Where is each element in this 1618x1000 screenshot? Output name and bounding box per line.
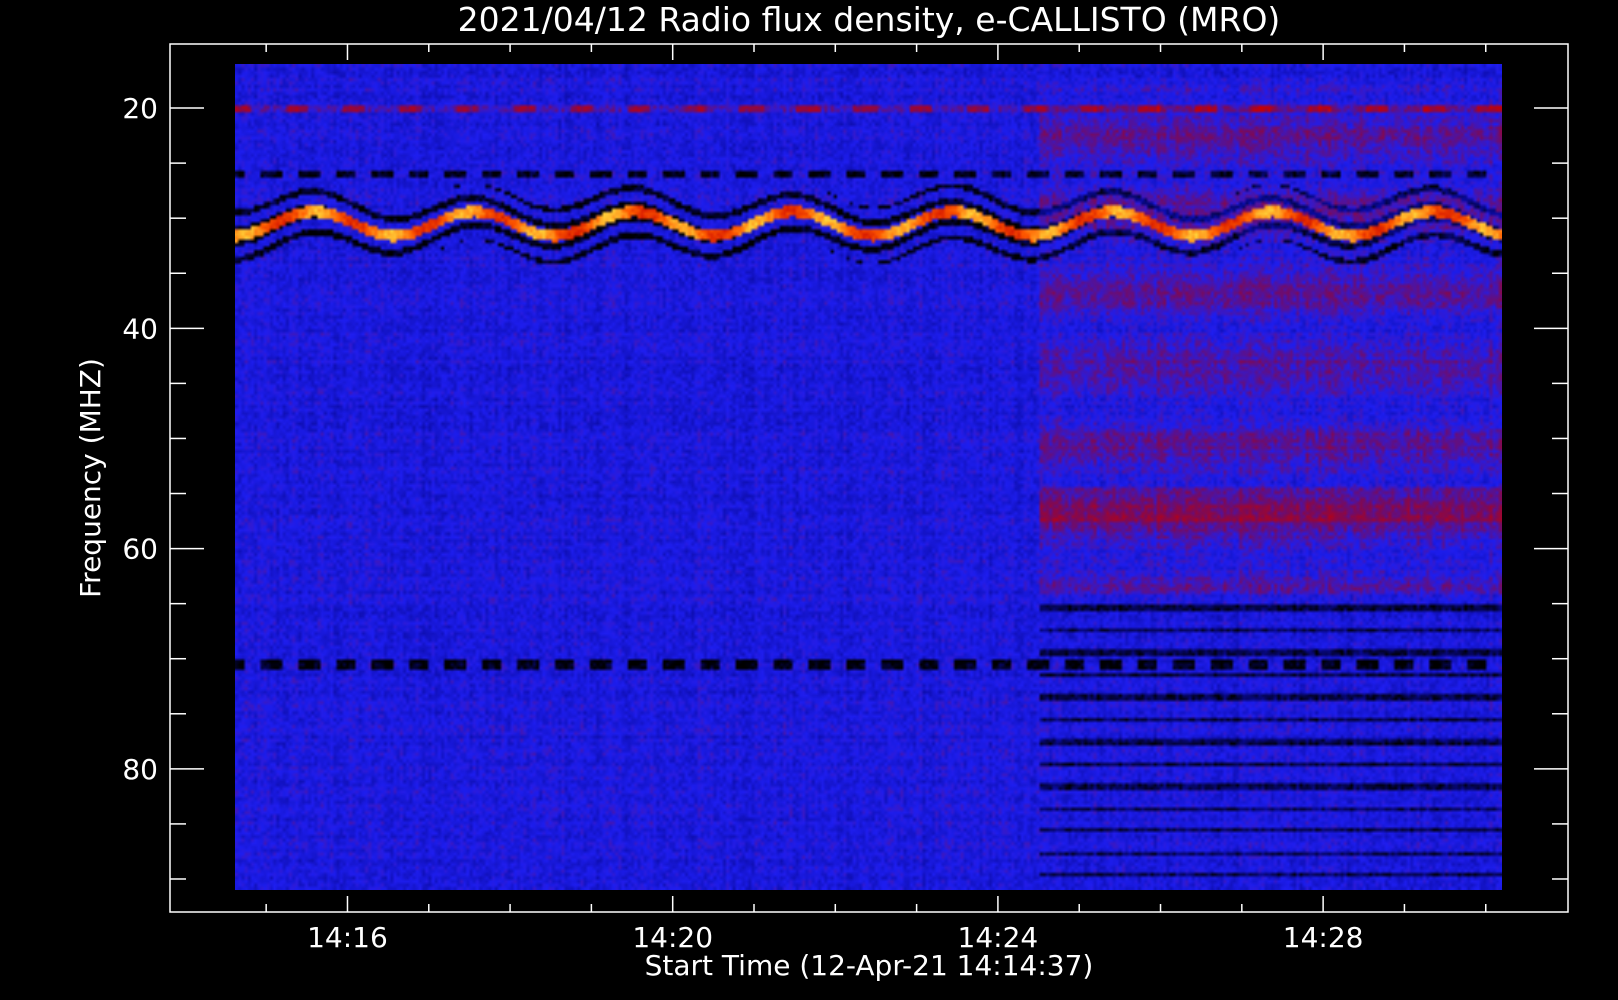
y-tick-label: 40 (122, 312, 158, 345)
spectrogram-chart: 14:16 14:20 14:24 14:28 20406080 2021/04/12… (0, 0, 1618, 1000)
spectrogram-image (235, 64, 1502, 890)
chart-title: 2021/04/12 Radio flux density, e-CALLIST… (458, 0, 1281, 39)
y-axis-label: Frequency (MHZ) (74, 358, 107, 598)
y-tick-label: 60 (122, 533, 158, 566)
y-tick-label: 20 (122, 92, 158, 125)
x-tick-label: 14:16 (307, 921, 388, 954)
y-tick-label: 80 (122, 753, 158, 786)
spectrogram-heatmap (235, 64, 1502, 890)
x-tick-label: 14:28 (1283, 921, 1364, 954)
x-axis-label: Start Time (12-Apr-21 14:14:37) (645, 949, 1094, 982)
